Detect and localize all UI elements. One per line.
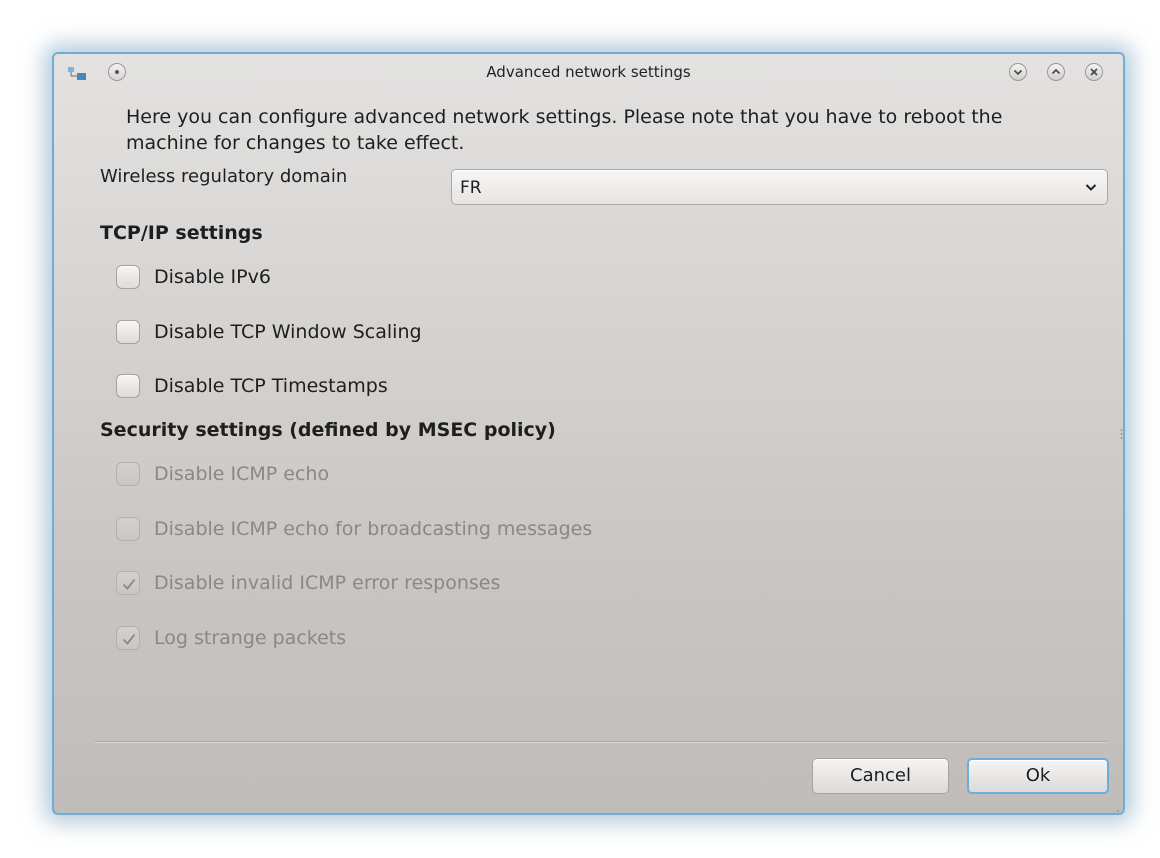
checkbox-box <box>116 626 140 650</box>
window-title: Advanced network settings <box>486 63 691 81</box>
titlebar[interactable]: Advanced network settings <box>54 54 1123 92</box>
checkbox-label[interactable]: Disable IPv6 <box>154 264 271 290</box>
advanced-network-settings-dialog: Advanced network settings Here you can c… <box>52 52 1125 815</box>
checkbox-box[interactable] <box>116 374 140 398</box>
checkbox-box <box>116 462 140 486</box>
ok-button[interactable]: Ok <box>967 758 1109 794</box>
checkbox-box[interactable] <box>116 320 140 344</box>
checkbox-box <box>116 517 140 541</box>
cancel-button[interactable]: Cancel <box>812 758 949 794</box>
checkbox-label[interactable]: Disable TCP Timestamps <box>154 373 388 399</box>
checkbox-box[interactable] <box>116 265 140 289</box>
close-icon[interactable] <box>1085 63 1103 81</box>
checkmark-icon <box>122 578 136 590</box>
wireless-domain-label: Wireless regulatory domain <box>100 166 348 187</box>
checkbox-label: Disable ICMP echo for broadcasting messa… <box>154 518 593 540</box>
resize-grip-icon[interactable] <box>1112 802 1120 812</box>
tcpip-section-title: TCP/IP settings <box>100 222 263 244</box>
checkbox-label: Disable ICMP echo <box>154 463 330 485</box>
checkbox-label: Disable invalid ICMP error responses <box>154 572 501 594</box>
checkmark-icon <box>122 633 136 645</box>
security-section-title: Security settings (defined by MSEC polic… <box>100 419 556 441</box>
checkbox-box <box>116 571 140 595</box>
checkbox-label[interactable]: Disable TCP Window Scaling <box>154 319 422 345</box>
minimize-icon[interactable] <box>1009 63 1027 81</box>
button-separator <box>94 741 1107 743</box>
wireless-domain-value: FR <box>460 178 482 198</box>
maximize-icon[interactable] <box>1047 63 1065 81</box>
chevron-down-icon <box>1083 179 1099 195</box>
checkbox-label: Log strange packets <box>154 627 347 649</box>
intro-text: Here you can configure advanced network … <box>126 106 1003 154</box>
wireless-domain-select[interactable]: FR <box>451 169 1108 205</box>
splitter-handle[interactable] <box>1120 426 1123 440</box>
